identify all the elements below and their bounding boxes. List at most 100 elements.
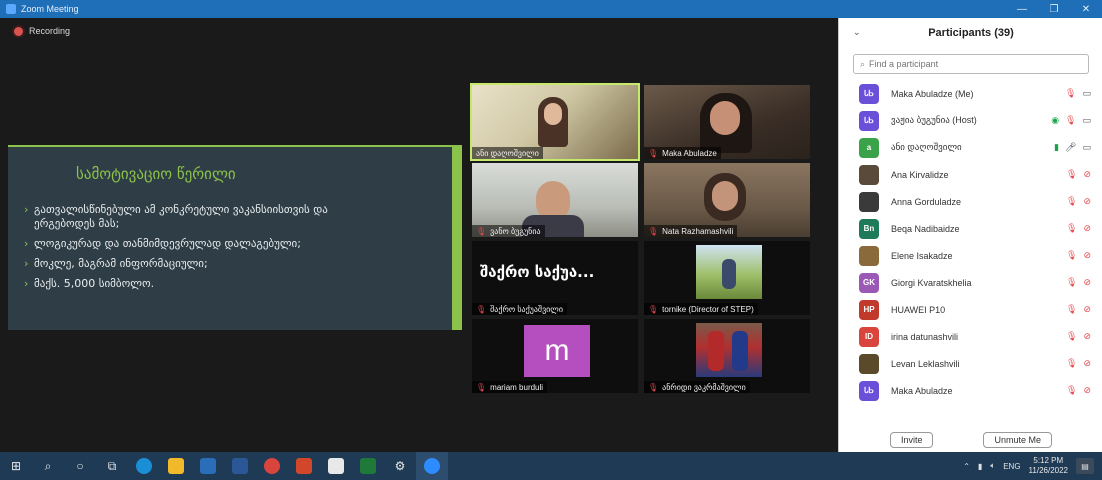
video-off-icon[interactable]: ⊘ <box>1083 277 1091 288</box>
language-indicator[interactable]: ENG <box>1003 462 1020 471</box>
video-tile[interactable]: 🎙︎ Nata Razhamashvili <box>644 163 810 237</box>
task-view-icon[interactable]: ⧉ <box>96 452 128 480</box>
network-icon[interactable]: ▮ <box>978 462 982 471</box>
participants-panel: ⌄ Participants (39) ⌕ ᏓᏏ Maka Abuladze (M… <box>838 18 1102 452</box>
video-tile[interactable]: 🎙︎ tornike (Director of STEP) <box>644 241 810 315</box>
video-off-icon[interactable]: ⊘ <box>1083 358 1091 369</box>
participant-status-icons: 🎙︎ ⊘ <box>1066 385 1091 396</box>
video-off-icon[interactable]: ⊘ <box>1083 304 1091 315</box>
video-tile[interactable]: m 🎙︎ mariam burduli <box>472 319 638 393</box>
word-icon[interactable] <box>224 452 256 480</box>
participant-row[interactable]: ᏓᏏ Maka Abuladze (Me) 🎙︎ ▭ <box>839 80 1102 107</box>
mic-muted-icon[interactable]: 🎙︎ <box>1066 250 1077 261</box>
search-icon: ⌕ <box>860 58 866 69</box>
invite-button[interactable]: Invite <box>889 432 934 448</box>
chevron-down-icon[interactable]: ⌄ <box>853 27 861 38</box>
slide-accent-bar <box>8 145 462 147</box>
unmute-me-button[interactable]: Unmute Me <box>983 432 1053 448</box>
video-tile[interactable]: შაქრო საქუა... 🎙︎ შაქრო საქუაშვილი <box>472 241 638 315</box>
search-icon[interactable]: ⌕ <box>32 452 64 480</box>
acrobat-icon[interactable] <box>320 452 352 480</box>
participant-row[interactable]: HP HUAWEI P10 🎙︎ ⊘ <box>839 296 1102 323</box>
outlook-icon[interactable] <box>192 452 224 480</box>
powerpoint-icon[interactable] <box>288 452 320 480</box>
status-extra-icon: ▮ <box>1054 142 1060 152</box>
mic-muted-icon[interactable]: 🎙︎ <box>1066 331 1077 342</box>
video-icon[interactable]: ▭ <box>1082 142 1091 153</box>
mic-muted-icon: 🎙︎ <box>476 382 487 392</box>
video-icon[interactable]: ▭ <box>1082 88 1091 99</box>
cortana-icon[interactable]: ○ <box>64 452 96 480</box>
mic-muted-icon[interactable]: 🎙︎ <box>1066 385 1077 396</box>
participant-search[interactable]: ⌕ <box>853 54 1089 74</box>
windows-start-icon[interactable]: ⊞ <box>0 452 32 480</box>
mic-icon[interactable]: 🎤︎ <box>1065 142 1076 153</box>
video-off-icon[interactable]: ⊘ <box>1083 250 1091 261</box>
video-tile[interactable]: 🎙︎ Maka Abuladze <box>644 85 810 159</box>
video-off-icon[interactable]: ⊘ <box>1083 331 1091 342</box>
restore-button[interactable]: ❐ <box>1038 4 1070 15</box>
participant-row[interactable]: GK Giorgi Kvaratskhelia 🎙︎ ⊘ <box>839 269 1102 296</box>
panel-footer: Invite Unmute Me <box>839 428 1102 452</box>
video-tile[interactable]: 🎙︎ ანრიდი ვაკრმაშვილი <box>644 319 810 393</box>
participant-row[interactable]: a ანი დაღოშვილი ▮ 🎤︎ ▭ <box>839 134 1102 161</box>
participant-name: Anna Gorduladze <box>891 196 962 207</box>
windows-taskbar: ⊞ ⌕ ○ ⧉ ⚙ ⌃ ▮ 🔈︎ ENG 5:12 PM 11/26/2022 … <box>0 452 1102 480</box>
participant-row[interactable]: ᏓᏏ Maka Abuladze 🎙︎ ⊘ <box>839 377 1102 404</box>
search-input[interactable] <box>869 59 1070 69</box>
close-button[interactable]: ✕ <box>1070 4 1102 15</box>
mic-muted-icon[interactable]: 🎙︎ <box>1066 358 1077 369</box>
video-tile[interactable]: ანი დაღოშვილი <box>470 83 640 161</box>
tile-name-bar: 🎙︎ mariam burduli <box>472 381 548 393</box>
notifications-icon[interactable]: ▤ <box>1076 458 1094 474</box>
file-explorer-icon[interactable] <box>160 452 192 480</box>
settings-gear-icon[interactable]: ⚙ <box>384 452 416 480</box>
video-off-icon[interactable]: ⊘ <box>1083 196 1091 207</box>
video-tile[interactable]: 🎙︎ ვანო ბუგუნია <box>472 163 638 237</box>
mic-muted-icon[interactable]: 🎙︎ <box>1066 223 1077 234</box>
recording-label: Recording <box>29 26 71 36</box>
video-off-icon[interactable]: ⊘ <box>1083 169 1091 180</box>
mic-muted-icon[interactable]: 🎙︎ <box>1065 115 1076 126</box>
avatar: ᏓᏏ <box>859 110 879 131</box>
participant-list: ᏓᏏ Maka Abuladze (Me) 🎙︎ ▭ ᏓᏏ ვაჟია ბუგუნია (… <box>839 80 1102 430</box>
mic-muted-icon[interactable]: 🎙︎ <box>1066 169 1077 180</box>
meeting-area: Recording სამოტივაციო წერილი გათვალისწინ… <box>0 18 838 452</box>
participant-name: Elene Isakadze <box>891 250 953 261</box>
participant-row[interactable]: Elene Isakadze 🎙︎ ⊘ <box>839 242 1102 269</box>
chevron-up-icon[interactable]: ⌃ <box>963 462 970 471</box>
participant-status-icons: 🎙︎ ▭ <box>1065 88 1091 99</box>
tile-name-bar: 🎙︎ tornike (Director of STEP) <box>644 303 758 315</box>
profile-photo <box>696 245 762 299</box>
tile-name: ანრიდი ვაკრმაშვილი <box>662 382 746 392</box>
recording-indicator[interactable]: Recording <box>14 26 70 36</box>
mic-muted-icon[interactable]: 🎙︎ <box>1065 88 1076 99</box>
participant-row[interactable]: ID irina datunashvili 🎙︎ ⊘ <box>839 323 1102 350</box>
video-icon[interactable]: ▭ <box>1082 115 1091 126</box>
mic-muted-icon[interactable]: 🎙︎ <box>1066 277 1077 288</box>
window-controls: — ❐ ✕ <box>1006 4 1102 15</box>
avatar-letter: m <box>524 325 590 377</box>
mic-muted-icon[interactable]: 🎙︎ <box>1066 304 1077 315</box>
avatar: ID <box>859 326 879 347</box>
mic-muted-icon[interactable]: 🎙︎ <box>1066 196 1077 207</box>
excel-icon[interactable] <box>352 452 384 480</box>
participant-row[interactable]: Bn Beqa Nadibaidze 🎙︎ ⊘ <box>839 215 1102 242</box>
mic-muted-icon: 🎙︎ <box>648 382 659 392</box>
taskbar-clock[interactable]: 5:12 PM 11/26/2022 <box>1029 456 1068 476</box>
participant-row[interactable]: ᏓᏏ ვაჟია ბუგუნია (Host) ◉ 🎙︎ ▭ <box>839 107 1102 134</box>
edge-icon[interactable] <box>128 452 160 480</box>
video-off-icon[interactable]: ⊘ <box>1083 385 1091 396</box>
tile-name-bar: ანი დაღოშვილი <box>472 147 543 159</box>
video-off-icon[interactable]: ⊘ <box>1083 223 1091 234</box>
volume-icon[interactable]: 🔈︎ <box>990 461 995 471</box>
tile-name-bar: 🎙︎ Maka Abuladze <box>644 147 721 159</box>
mic-muted-icon: 🎙︎ <box>476 304 487 314</box>
participant-row[interactable]: Levan Leklashvili 🎙︎ ⊘ <box>839 350 1102 377</box>
participant-row[interactable]: Ana Kirvalidze 🎙︎ ⊘ <box>839 161 1102 188</box>
minimize-button[interactable]: — <box>1006 4 1038 15</box>
participant-row[interactable]: Anna Gorduladze 🎙︎ ⊘ <box>839 188 1102 215</box>
avatar: ᏓᏏ <box>859 380 879 401</box>
zoom-taskbar-icon[interactable] <box>416 452 448 480</box>
chrome-icon[interactable] <box>256 452 288 480</box>
